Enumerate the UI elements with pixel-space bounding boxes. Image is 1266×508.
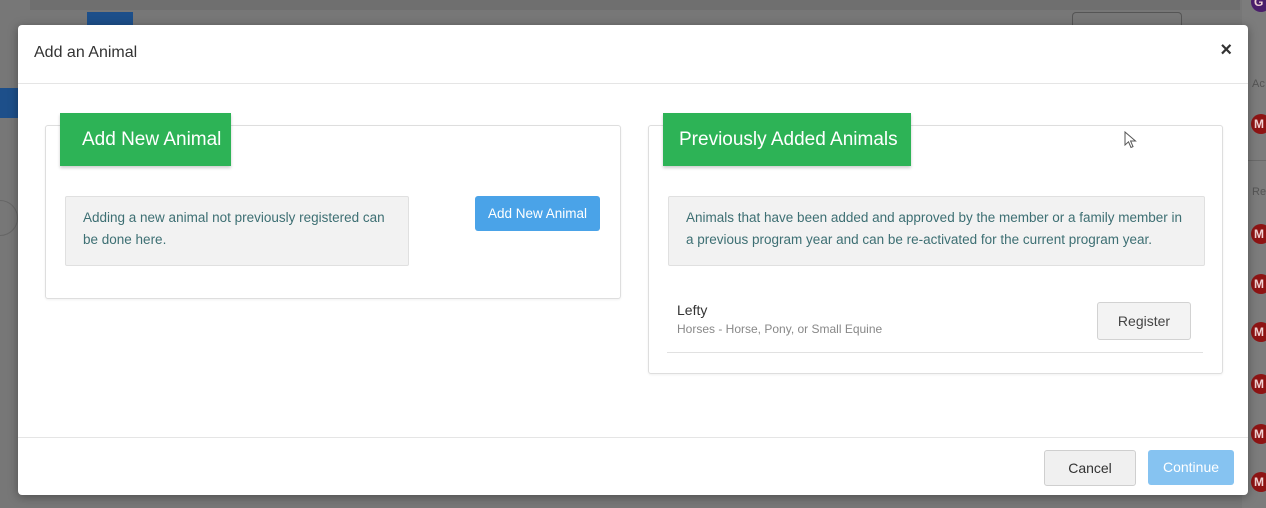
background-side-label: Re bbox=[1252, 186, 1266, 198]
avatar: M bbox=[1251, 322, 1266, 342]
close-icon[interactable]: × bbox=[1220, 40, 1232, 60]
cancel-button[interactable]: Cancel bbox=[1044, 450, 1136, 486]
add-new-animal-card: Add New Animal Adding a new animal not p… bbox=[45, 113, 621, 299]
avatar: M bbox=[1251, 114, 1266, 134]
avatar: M bbox=[1251, 374, 1266, 394]
background-circle bbox=[0, 200, 18, 236]
modal-footer: Cancel Continue bbox=[18, 437, 1248, 496]
avatar: M bbox=[1251, 424, 1266, 444]
previously-added-info: Animals that have been added and approve… bbox=[668, 196, 1205, 266]
animal-name: Lefty bbox=[677, 302, 708, 318]
avatar: M bbox=[1251, 274, 1266, 294]
card-ribbon-add-new-animal: Add New Animal bbox=[60, 113, 231, 166]
mouse-pointer-icon bbox=[1124, 131, 1137, 149]
background-top-bar bbox=[30, 0, 1240, 10]
background-divider bbox=[1246, 160, 1266, 161]
add-new-animal-button[interactable]: Add New Animal bbox=[475, 196, 600, 231]
background-tab bbox=[87, 12, 133, 26]
modal-header: Add an Animal × bbox=[18, 25, 1248, 84]
background-nav-item bbox=[0, 88, 18, 118]
background-side-label: Ac bbox=[1252, 78, 1265, 90]
modal-title: Add an Animal bbox=[34, 44, 138, 61]
card-ribbon-previously-added: Previously Added Animals bbox=[663, 113, 911, 166]
avatar: M bbox=[1251, 224, 1266, 244]
add-animal-modal: Add an Animal × Add New Animal Adding a … bbox=[18, 25, 1248, 495]
avatar: M bbox=[1251, 472, 1266, 492]
register-button[interactable]: Register bbox=[1097, 302, 1191, 340]
add-new-animal-info: Adding a new animal not previously regis… bbox=[65, 196, 409, 266]
animal-type: Horses - Horse, Pony, or Small Equine bbox=[677, 322, 883, 336]
previously-added-animals-card: Previously Added Animals Animals that ha… bbox=[648, 113, 1223, 374]
continue-button[interactable]: Continue bbox=[1148, 450, 1234, 485]
